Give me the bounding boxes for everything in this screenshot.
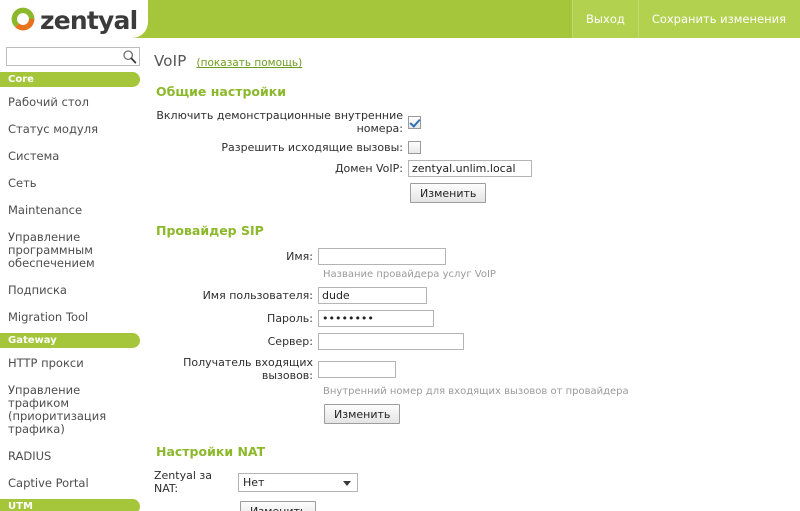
voip-domain-label: Домен VoIP: bbox=[334, 162, 403, 175]
sip-password-label: Пароль: bbox=[267, 312, 313, 325]
sip-name-row: Имя: bbox=[154, 248, 800, 265]
sip-provider-title: Провайдер SIP bbox=[156, 223, 264, 238]
sidebar-group-utm: UTM bbox=[0, 499, 140, 511]
top-header-bar: zentyal Выход Сохранить изменения bbox=[0, 0, 800, 38]
sidebar-item-maintenance[interactable]: Maintenance bbox=[0, 197, 148, 224]
sip-name-input[interactable] bbox=[318, 248, 446, 265]
sidebar-item-module-status[interactable]: Статус модуля bbox=[0, 116, 148, 143]
outgoing-calls-row: Разрешить исходящие вызовы: bbox=[154, 141, 800, 154]
sidebar-item-dashboard[interactable]: Рабочий стол bbox=[0, 89, 148, 116]
voip-domain-input[interactable] bbox=[408, 160, 532, 177]
sip-name-hint: Название провайдера услуг VoIP bbox=[323, 269, 496, 280]
sip-server-row: Сервер: bbox=[154, 333, 800, 350]
sidebar-item-network[interactable]: Сеть bbox=[0, 170, 148, 197]
search-icon[interactable] bbox=[122, 49, 137, 64]
chevron-down-icon bbox=[343, 480, 351, 486]
nat-submit-row: Изменить bbox=[154, 501, 800, 511]
sidebar-group-core: Core bbox=[0, 72, 140, 87]
outgoing-calls-label: Разрешить исходящие вызовы: bbox=[221, 141, 403, 154]
sidebar-item-migration-tool[interactable]: Migration Tool bbox=[0, 304, 148, 331]
sidebar-item-subscription[interactable]: Подписка bbox=[0, 277, 148, 304]
sidebar: Core Рабочий стол Статус модуля Система … bbox=[0, 38, 148, 511]
sip-incoming-input[interactable] bbox=[318, 360, 396, 378]
zentyal-ring-logo-icon bbox=[10, 6, 36, 35]
sidebar-item-traffic-shaping[interactable]: Управление трафиком (приоритизация трафи… bbox=[0, 377, 148, 443]
search-input[interactable] bbox=[6, 47, 140, 66]
general-submit-row: Изменить bbox=[154, 183, 800, 203]
sip-username-input[interactable] bbox=[318, 287, 427, 304]
sidebar-item-software-management[interactable]: Управление программным обеспечением bbox=[0, 224, 148, 277]
sip-username-label: Имя пользователя: bbox=[202, 289, 313, 302]
nat-settings-title: Настройки NAT bbox=[156, 444, 266, 459]
sidebar-search bbox=[6, 47, 140, 66]
brand-name: zentyal bbox=[40, 5, 138, 35]
voip-domain-row: Домен VoIP: bbox=[154, 160, 800, 177]
sidebar-item-system[interactable]: Система bbox=[0, 143, 148, 170]
sidebar-group-gateway: Gateway bbox=[0, 333, 140, 348]
sidebar-item-radius[interactable]: RADIUS bbox=[0, 443, 148, 470]
demo-extensions-checkbox[interactable] bbox=[408, 115, 421, 129]
nat-label: Zentyal за NAT: bbox=[154, 469, 212, 495]
sip-password-input[interactable] bbox=[318, 310, 434, 327]
sip-change-button[interactable]: Изменить bbox=[324, 404, 401, 424]
sip-password-row: Пароль: bbox=[154, 310, 800, 327]
sidebar-item-http-proxy[interactable]: HTTP прокси bbox=[0, 350, 148, 377]
demo-extensions-label: Включить демонстрационные внутренние ном… bbox=[156, 109, 403, 135]
nat-select[interactable]: Нет bbox=[238, 472, 358, 492]
sip-username-row: Имя пользователя: bbox=[154, 287, 800, 304]
sip-incoming-row: Получатель входящих вызовов: bbox=[154, 356, 800, 382]
page-title: VoIP bbox=[154, 52, 187, 70]
sip-server-input[interactable] bbox=[318, 333, 464, 350]
general-settings-title: Общие настройки bbox=[156, 84, 287, 99]
general-change-button[interactable]: Изменить bbox=[410, 183, 487, 203]
sip-name-label: Имя: bbox=[286, 250, 313, 263]
outgoing-calls-checkbox[interactable] bbox=[408, 141, 421, 154]
nat-row: Zentyal за NAT: Нет bbox=[154, 469, 800, 495]
page-header: VoIP (показать помощь) bbox=[154, 52, 800, 70]
main-content: VoIP (показать помощь) Общие настройки В… bbox=[148, 38, 800, 511]
topnav-save-changes[interactable]: Сохранить изменения bbox=[637, 0, 800, 38]
topnav-logout[interactable]: Выход bbox=[572, 0, 638, 38]
sidebar-item-captive-portal[interactable]: Captive Portal bbox=[0, 470, 148, 497]
sip-incoming-label: Получатель входящих вызовов: bbox=[183, 356, 313, 382]
nat-select-value: Нет bbox=[243, 475, 265, 489]
demo-extensions-row: Включить демонстрационные внутренние ном… bbox=[154, 109, 800, 135]
logo-plate: zentyal bbox=[0, 0, 148, 38]
show-help-link[interactable]: (показать помощь) bbox=[197, 57, 303, 69]
brand-logo[interactable]: zentyal bbox=[10, 5, 138, 35]
sip-server-label: Сервер: bbox=[267, 335, 313, 348]
nat-change-button[interactable]: Изменить bbox=[240, 501, 317, 511]
sip-incoming-hint: Внутренний номер для входящих вызовов от… bbox=[323, 386, 629, 397]
sip-submit-row: Изменить bbox=[154, 404, 800, 424]
top-navigation: Выход Сохранить изменения bbox=[572, 0, 800, 38]
